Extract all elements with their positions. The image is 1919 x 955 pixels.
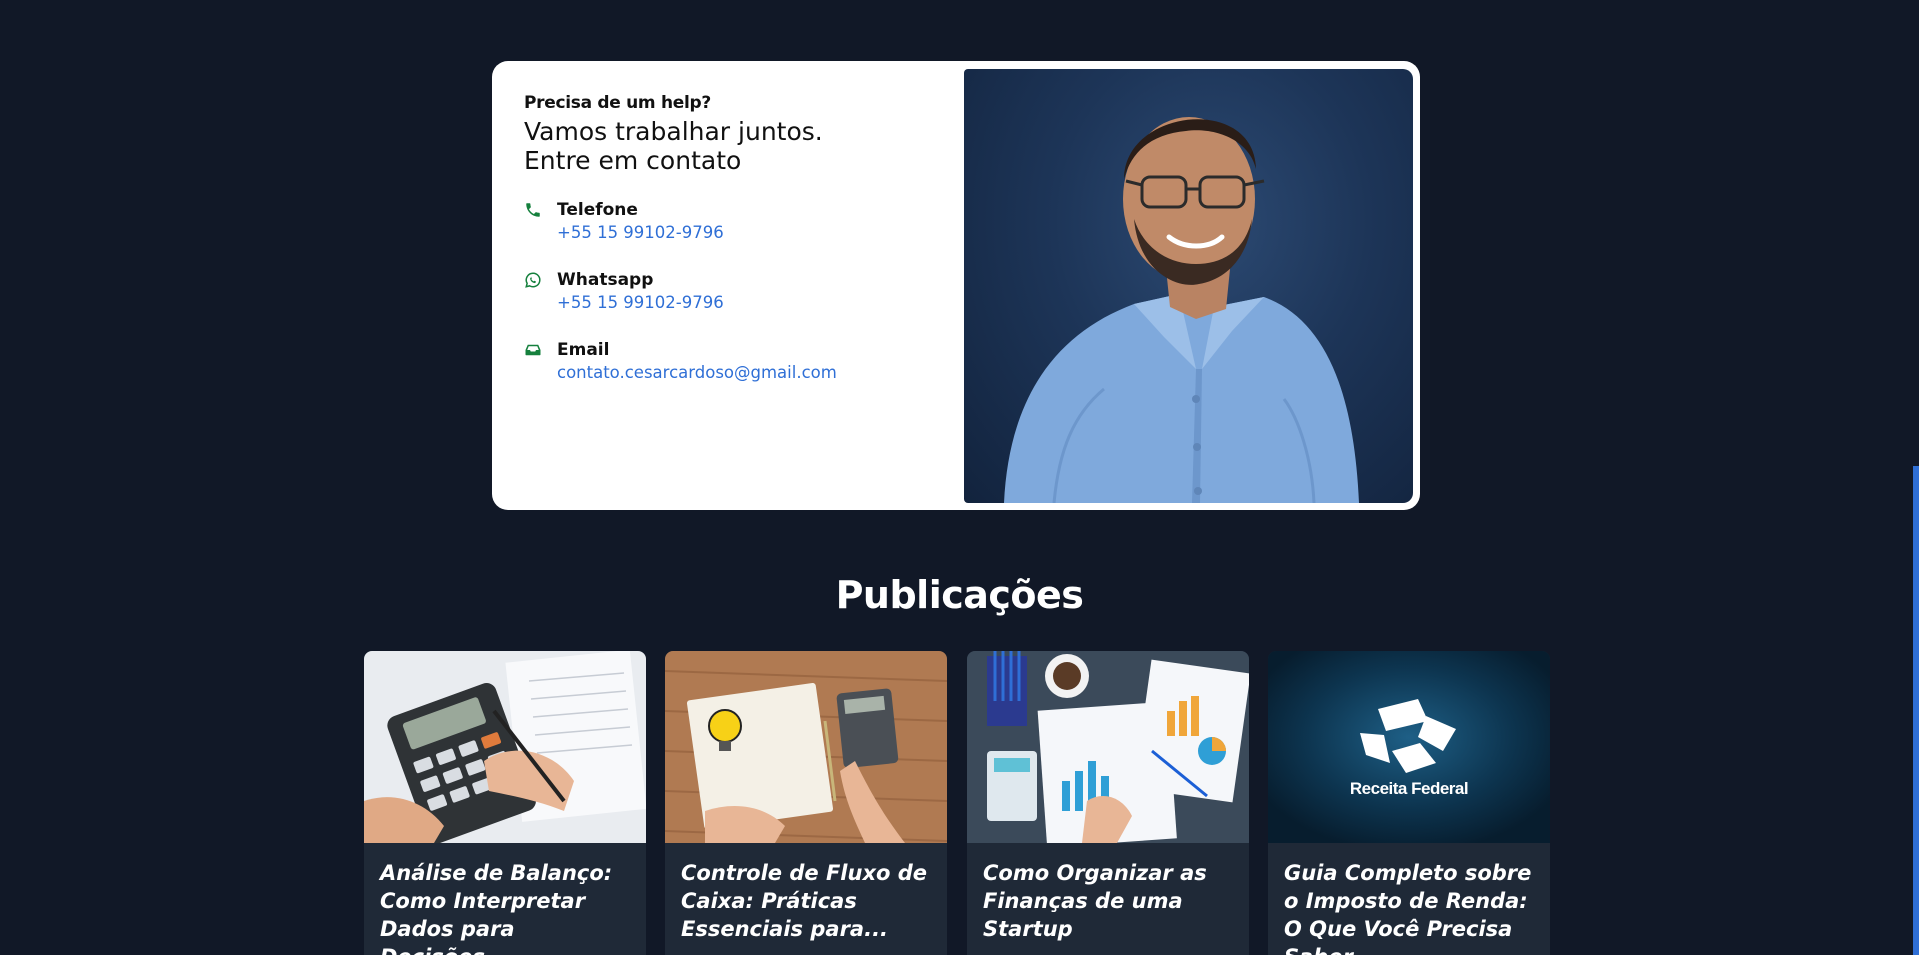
publication-card-1[interactable]: Análise de Balanço: Como Interpretar Dad… <box>364 651 646 955</box>
whatsapp-icon <box>525 272 541 288</box>
contact-headline-line2: Entre em contato <box>524 146 742 175</box>
receita-logo-text: Receita Federal <box>1349 779 1469 798</box>
phone-link[interactable]: +55 15 99102-9796 <box>557 221 944 245</box>
contact-item-whatsapp: Whatsapp +55 15 99102-9796 <box>524 269 944 315</box>
publication-card-2[interactable]: Controle de Fluxo de Caixa: Práticas Ess… <box>665 651 947 955</box>
publication-thumbnail <box>364 651 646 843</box>
contact-headline-line1: Vamos trabalhar juntos. <box>524 117 823 146</box>
portrait-illustration <box>1004 117 1359 503</box>
contact-card: Precisa de um help? Vamos trabalhar junt… <box>492 61 1420 510</box>
publication-card-3[interactable]: Como Organizar as Finanças de uma Startu… <box>967 651 1249 955</box>
contact-label-whatsapp: Whatsapp <box>557 270 654 290</box>
profile-photo <box>964 69 1413 503</box>
publication-title[interactable]: Guia Completo sobre o Imposto de Renda: … <box>1284 859 1536 955</box>
phone-icon <box>526 203 540 217</box>
contact-eyebrow: Precisa de um help? <box>524 93 711 113</box>
publications-title: Publicações <box>835 573 1084 617</box>
publication-thumbnail <box>967 651 1249 843</box>
contact-label-email: Email <box>557 340 610 360</box>
publication-thumbnail <box>1268 651 1550 843</box>
email-link[interactable]: contato.cesarcardoso@gmail.com <box>557 361 944 385</box>
publication-thumbnail <box>665 651 947 843</box>
publication-title[interactable]: Controle de Fluxo de Caixa: Práticas Ess… <box>681 859 933 943</box>
contact-info: Precisa de um help? Vamos trabalhar junt… <box>524 93 944 385</box>
contact-item-email: Email contato.cesarcardoso@gmail.com <box>524 339 944 385</box>
publication-card-4[interactable]: Receita Federal Guia Completo sobre o Im… <box>1268 651 1550 955</box>
inbox-icon <box>525 344 541 356</box>
scrollbar-thumb[interactable] <box>1913 466 1919 955</box>
contact-label-phone: Telefone <box>557 200 638 220</box>
publication-title[interactable]: Como Organizar as Finanças de uma Startu… <box>983 859 1235 943</box>
publication-title[interactable]: Análise de Balanço: Como Interpretar Dad… <box>380 859 632 955</box>
whatsapp-link[interactable]: +55 15 99102-9796 <box>557 291 944 315</box>
contact-item-phone: Telefone +55 15 99102-9796 <box>524 199 944 245</box>
contact-headline: Vamos trabalhar juntos. Entre em contato <box>524 117 944 175</box>
